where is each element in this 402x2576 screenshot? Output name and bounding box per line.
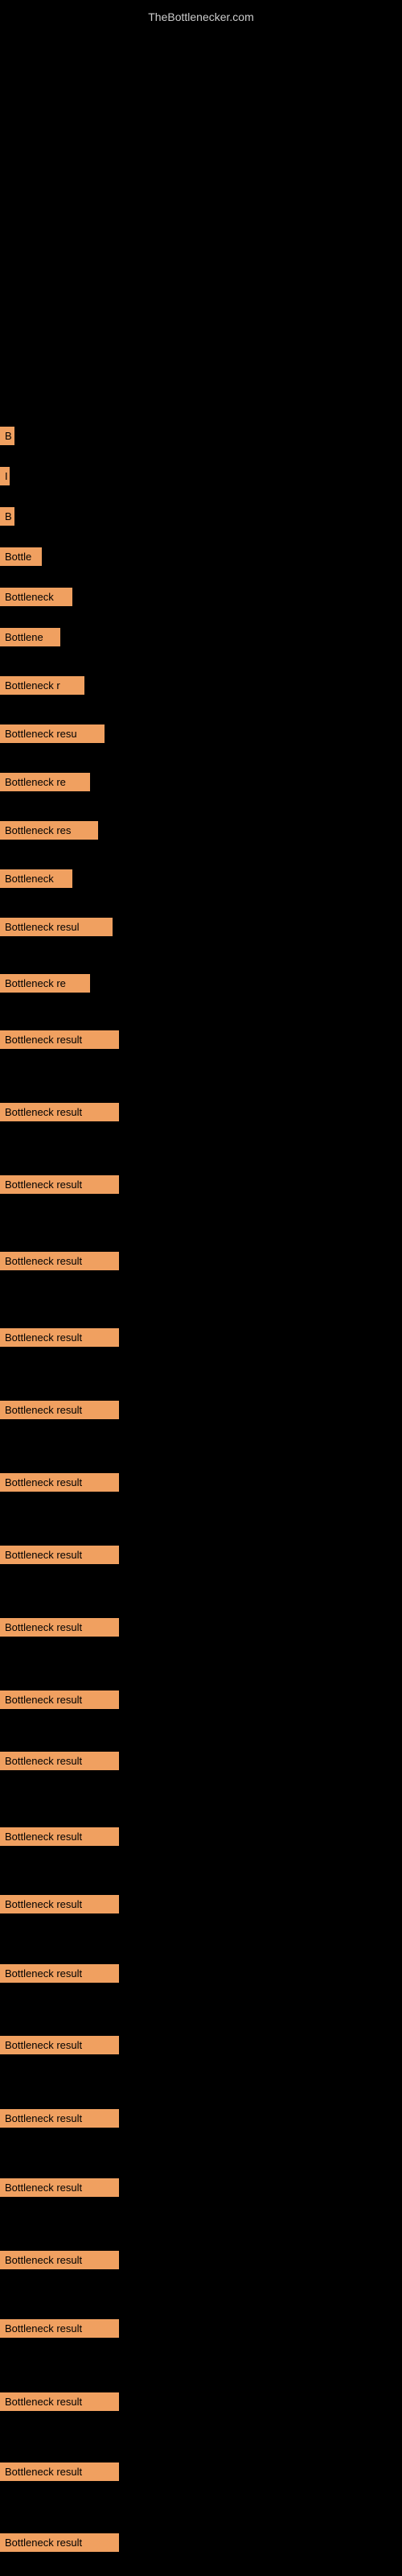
bottleneck-result-item: Bottleneck result [0, 2533, 119, 2552]
bottleneck-result-item: Bottleneck result [0, 1328, 119, 1347]
bottleneck-result-item: Bottlene [0, 628, 60, 646]
bottleneck-result-item: Bottleneck result [0, 1827, 119, 1846]
bottleneck-result-item: Bottleneck result [0, 1618, 119, 1637]
bottleneck-result-item: Bottleneck resul [0, 918, 113, 936]
bottleneck-result-item: Bottleneck result [0, 1401, 119, 1419]
bottleneck-result-item: Bottleneck result [0, 1895, 119, 1913]
bottleneck-result-item: Bottleneck re [0, 974, 90, 993]
bottleneck-result-item: Bottleneck result [0, 1752, 119, 1770]
site-title: TheBottlenecker.com [0, 4, 402, 30]
bottleneck-result-item: Bottleneck res [0, 821, 98, 840]
bottleneck-result-item: Bottleneck re [0, 773, 90, 791]
bottleneck-result-item: Bottleneck result [0, 1175, 119, 1194]
bottleneck-result-item: Bottleneck r [0, 676, 84, 695]
bottleneck-result-item: Bottleneck result [0, 2036, 119, 2054]
bottleneck-result-item: Bottleneck result [0, 1252, 119, 1270]
bottleneck-result-item: Bottleneck result [0, 1690, 119, 1709]
bottleneck-result-item: Bottleneck resu [0, 724, 105, 743]
bottleneck-result-item: Bottleneck result [0, 2392, 119, 2411]
bottleneck-result-item: Bottleneck result [0, 1030, 119, 1049]
bottleneck-result-item: Bottleneck result [0, 2462, 119, 2481]
bottleneck-result-item: B [0, 427, 14, 445]
bottleneck-result-item: Bottleneck result [0, 1103, 119, 1121]
bottleneck-result-item: Bottleneck [0, 869, 72, 888]
bottleneck-result-item: Bottleneck result [0, 2319, 119, 2338]
bottleneck-result-item: Bottleneck result [0, 1964, 119, 1983]
bottleneck-result-item: I [0, 467, 10, 485]
bottleneck-result-item: Bottleneck [0, 588, 72, 606]
bottleneck-result-item: Bottleneck result [0, 2178, 119, 2197]
bottleneck-result-item: Bottle [0, 547, 42, 566]
bottleneck-result-item: Bottleneck result [0, 1473, 119, 1492]
bottleneck-result-item: B [0, 507, 14, 526]
bottleneck-result-item: Bottleneck result [0, 1546, 119, 1564]
bottleneck-result-item: Bottleneck result [0, 2109, 119, 2128]
bottleneck-result-item: Bottleneck result [0, 2251, 119, 2269]
